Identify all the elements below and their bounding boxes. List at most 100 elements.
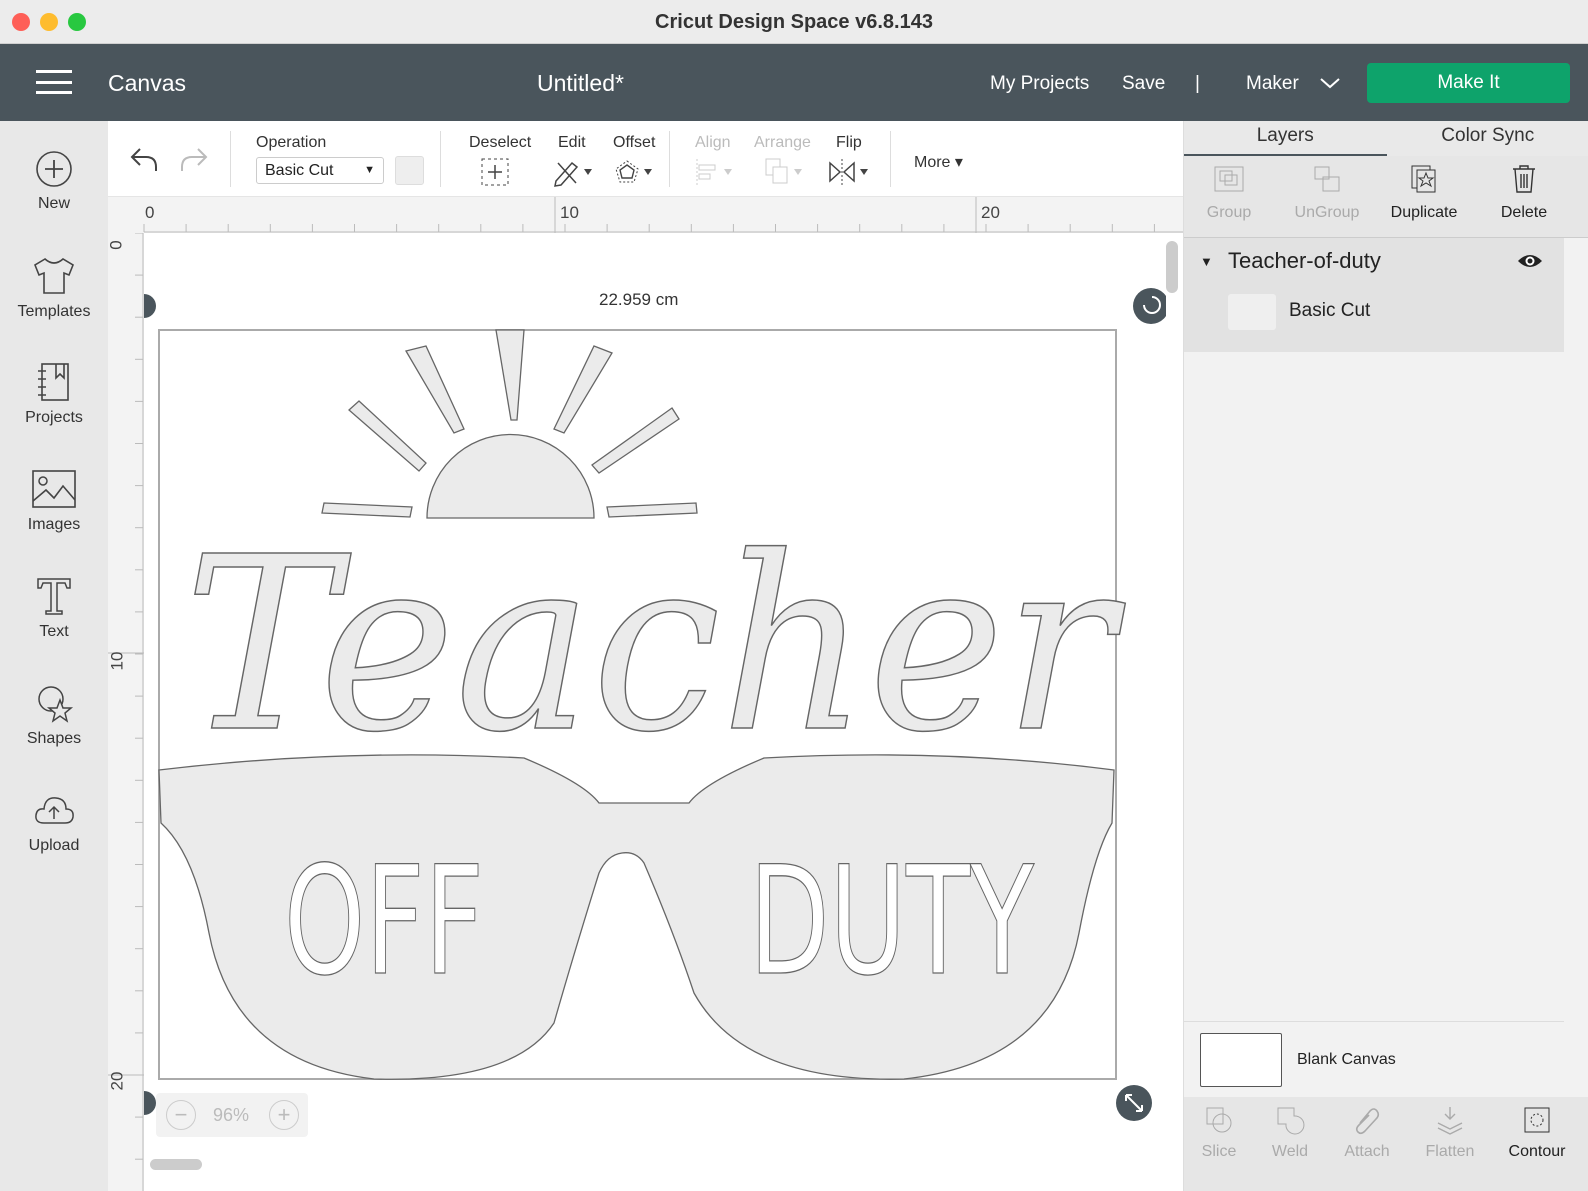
attach-label: Attach: [1344, 1143, 1390, 1160]
horizontal-ruler: 0 10 20: [108, 197, 1183, 233]
duplicate-label: Duplicate: [1390, 204, 1458, 221]
group-icon: [1214, 166, 1244, 192]
weld-button[interactable]: Weld: [1250, 1105, 1330, 1161]
zoom-window-button[interactable]: [68, 13, 86, 31]
tab-layers[interactable]: Layers: [1184, 121, 1387, 156]
delete-button[interactable]: Delete: [1474, 164, 1574, 222]
delete-handle: [144, 294, 156, 318]
blank-canvas-swatch[interactable]: [1200, 1033, 1282, 1087]
group-name: Teacher-of-duty: [1228, 248, 1381, 273]
slice-button[interactable]: Slice: [1179, 1105, 1259, 1161]
undo-icon[interactable]: [128, 145, 162, 175]
design-canvas[interactable]: 22.959 cm Teacher OFF DUTY − 96% +: [144, 233, 1166, 1173]
ruler-label: 0: [106, 240, 126, 250]
align-label: Align: [695, 134, 731, 151]
flip-icon[interactable]: [828, 157, 872, 187]
redo-icon[interactable]: [176, 145, 210, 175]
layer-thumbnail: [1228, 294, 1276, 330]
offset-icon[interactable]: [614, 157, 658, 187]
flatten-label: Flatten: [1425, 1143, 1475, 1160]
notebook-icon: [38, 363, 69, 401]
make-it-button[interactable]: Make It: [1367, 63, 1570, 103]
artwork[interactable]: Teacher OFF DUTY: [144, 233, 1166, 1173]
sidebar-label: New: [37, 195, 70, 212]
align-icon[interactable]: [694, 157, 738, 187]
deselect-icon[interactable]: [480, 157, 510, 187]
hamburger-menu-icon[interactable]: [36, 70, 72, 94]
ungroup-button[interactable]: UnGroup: [1277, 164, 1377, 222]
text-icon: [37, 578, 71, 615]
flatten-button[interactable]: Flatten: [1410, 1105, 1490, 1161]
ungroup-label: UnGroup: [1294, 204, 1360, 221]
attach-button[interactable]: Attach: [1327, 1105, 1407, 1161]
paperclip-icon: [1355, 1108, 1380, 1135]
ungroup-icon: [1314, 166, 1340, 192]
contour-icon: [1524, 1107, 1550, 1133]
zoom-in-button[interactable]: +: [269, 1100, 299, 1130]
sidebar-label: Projects: [25, 409, 83, 426]
layer-name[interactable]: Basic Cut: [1289, 300, 1370, 322]
tab-color-sync[interactable]: Color Sync: [1387, 121, 1588, 156]
sidebar-label: Templates: [17, 303, 91, 320]
section-title: Canvas: [108, 70, 186, 96]
arrange-label: Arrange: [754, 134, 811, 151]
rotate-handle-icon: [1133, 288, 1166, 324]
arrange-icon[interactable]: [764, 157, 808, 187]
more-button[interactable]: More ▾: [914, 152, 963, 172]
operation-select[interactable]: Basic Cut ▼: [256, 157, 384, 184]
layer-actions-bar: Slice Weld Attach Flatten Contour: [1184, 1097, 1588, 1191]
sidebar-item-new[interactable]: New: [0, 149, 108, 213]
contour-label: Contour: [1508, 1143, 1566, 1160]
sidebar-item-shapes[interactable]: Shapes: [0, 682, 108, 748]
zoom-control: − 96% +: [156, 1093, 308, 1137]
sidebar-item-templates[interactable]: Templates: [0, 255, 108, 321]
sun-graphic: [321, 329, 698, 519]
trash-icon: [1513, 165, 1535, 193]
dropdown-arrow-icon: ▼: [364, 164, 375, 176]
window-title: Cricut Design Space v6.8.143: [655, 11, 933, 33]
project-title: Untitled*: [537, 70, 624, 96]
sidebar-label: Shapes: [26, 730, 82, 747]
artwork-word-duty: DUTY: [749, 835, 1034, 1009]
zoom-out-button[interactable]: −: [166, 1100, 196, 1130]
tshirt-icon: [34, 258, 74, 294]
ruler-label: 20: [107, 1071, 127, 1091]
close-window-button[interactable]: [12, 13, 30, 31]
sidebar-label: Text: [39, 623, 69, 640]
my-projects-link[interactable]: My Projects: [990, 73, 1089, 95]
operation-value: Basic Cut: [265, 162, 334, 179]
vertical-scrollbar[interactable]: [1166, 241, 1178, 293]
color-swatch[interactable]: [395, 156, 424, 185]
sidebar-item-text[interactable]: Text: [0, 575, 108, 641]
zoom-level: 96%: [213, 1105, 250, 1125]
edit-label: Edit: [558, 134, 586, 151]
artwork-word-teacher: Teacher: [184, 505, 1126, 785]
duplicate-button[interactable]: Duplicate: [1374, 164, 1474, 222]
contour-button[interactable]: Contour: [1497, 1105, 1577, 1161]
machine-selector[interactable]: Maker: [1246, 73, 1340, 95]
minimize-window-button[interactable]: [40, 13, 58, 31]
edit-pencil-ruler-icon[interactable]: [552, 157, 596, 187]
horizontal-scrollbar[interactable]: [150, 1159, 202, 1170]
sidebar-item-upload[interactable]: Upload: [0, 789, 108, 855]
delete-label: Delete: [1500, 204, 1548, 221]
image-icon: [32, 470, 76, 508]
weld-label: Weld: [1271, 1143, 1309, 1160]
operation-label: Operation: [256, 134, 327, 151]
ruler-label: 0: [145, 203, 155, 222]
artwork-word-off: OFF: [284, 835, 484, 1009]
eye-icon[interactable]: [1517, 252, 1543, 270]
layer-group[interactable]: ▼ Teacher-of-duty Basic Cut: [1184, 238, 1564, 352]
plus-circle-icon: [36, 151, 72, 187]
weld-icon: [1277, 1107, 1305, 1135]
group-button[interactable]: Group: [1179, 164, 1279, 222]
sidebar-item-images[interactable]: Images: [0, 468, 108, 534]
layers-panel: Layers Color Sync Group UnGroup Duplicat…: [1183, 121, 1588, 1191]
slice-icon: [1206, 1107, 1232, 1133]
flatten-icon: [1437, 1107, 1463, 1135]
save-button[interactable]: Save: [1122, 73, 1165, 95]
collapse-caret-icon[interactable]: ▼: [1200, 254, 1213, 269]
sidebar-item-projects[interactable]: Projects: [0, 361, 108, 427]
header-divider: |: [1195, 73, 1200, 94]
cloud-upload-icon: [35, 797, 74, 824]
